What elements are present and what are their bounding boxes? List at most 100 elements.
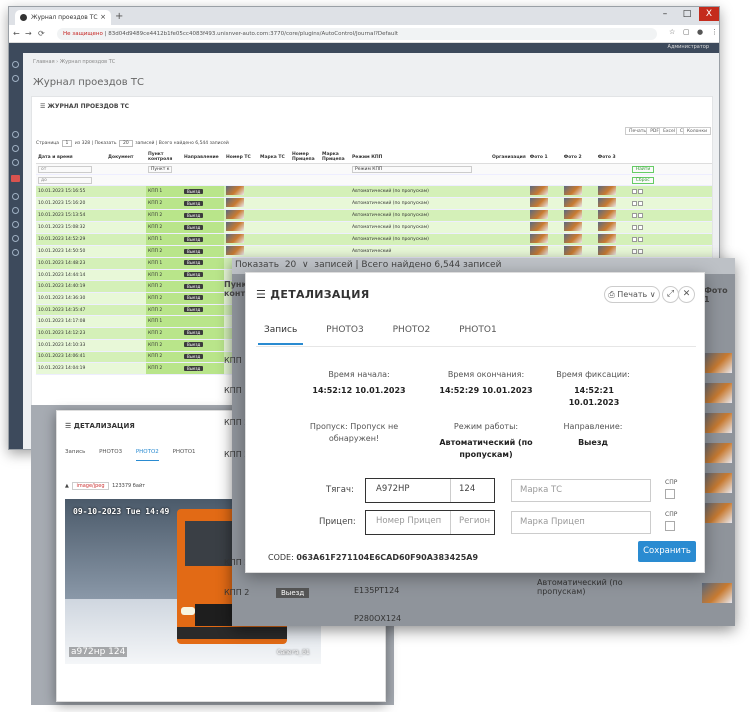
sidebar-item-icon[interactable] bbox=[12, 75, 19, 82]
minimize-button[interactable]: – bbox=[655, 7, 675, 21]
page-input[interactable]: 1 bbox=[61, 140, 73, 147]
delete-icon[interactable] bbox=[637, 224, 643, 230]
row-photo[interactable] bbox=[529, 186, 548, 195]
sidebar-home-icon[interactable] bbox=[12, 61, 19, 68]
table-row[interactable]: 10.01.2023 15:13:54 КПП 2 Выезд Автоматичес… bbox=[36, 209, 712, 222]
close-window-button[interactable]: X bbox=[699, 7, 719, 21]
tab-photo3[interactable]: PHOTO3 bbox=[99, 449, 122, 460]
menu-icon[interactable]: ⋮ bbox=[711, 28, 718, 36]
print-button[interactable]: ⎙ Печать ∨ bbox=[604, 286, 660, 303]
tab-record[interactable]: Запись bbox=[258, 325, 304, 345]
delete-icon[interactable] bbox=[637, 236, 643, 242]
browser-tab[interactable]: Журнал проездов ТС × bbox=[15, 10, 111, 25]
row-photo[interactable] bbox=[597, 222, 616, 231]
row-photo[interactable] bbox=[226, 222, 244, 231]
row-photo[interactable] bbox=[563, 210, 582, 219]
row-photo[interactable] bbox=[529, 246, 548, 255]
table-row[interactable]: 10.01.2023 14:52:29 КПП 1 Выезд Автоматичес… bbox=[36, 233, 712, 246]
breadcrumb[interactable]: Главная › Журнал проездов ТС bbox=[33, 59, 115, 65]
clear-button[interactable]: Сброс bbox=[631, 176, 654, 184]
close-icon[interactable]: ✕ bbox=[678, 286, 695, 303]
row-photo[interactable] bbox=[597, 246, 616, 255]
delete-icon[interactable] bbox=[637, 200, 643, 206]
row-photo[interactable] bbox=[563, 222, 582, 231]
sidebar-item-icon[interactable] bbox=[12, 145, 19, 152]
row-photo[interactable] bbox=[226, 246, 244, 255]
row-photo[interactable] bbox=[226, 234, 244, 243]
back-icon[interactable]: ← bbox=[13, 29, 20, 38]
columns-button[interactable]: Колонки bbox=[682, 127, 711, 135]
row-photo[interactable] bbox=[529, 234, 548, 243]
delete-icon[interactable] bbox=[637, 212, 643, 218]
sidebar-item-icon[interactable] bbox=[12, 193, 19, 200]
table-row[interactable]: 10.01.2023 15:16:55 КПП 1 Выезд Автоматичес… bbox=[36, 185, 712, 198]
sidebar-item-icon[interactable] bbox=[12, 159, 19, 166]
tractor-region-input[interactable]: 124 bbox=[450, 479, 494, 502]
edit-icon[interactable] bbox=[631, 236, 637, 242]
extensions-icon[interactable]: ▢ bbox=[683, 28, 690, 36]
forward-icon[interactable]: → bbox=[25, 29, 32, 38]
trailer-region-input[interactable]: Регион bbox=[450, 511, 494, 534]
column-header[interactable]: Фото 3 bbox=[595, 151, 630, 164]
tab-photo1[interactable]: PHOTO1 bbox=[173, 449, 196, 460]
sidebar-item-icon[interactable] bbox=[12, 249, 19, 256]
row-photo[interactable] bbox=[563, 186, 582, 195]
row-photo[interactable] bbox=[563, 198, 582, 207]
find-button[interactable]: Найти bbox=[631, 165, 655, 173]
table-row[interactable]: 10.01.2023 14:50:50 КПП 2 Выезд Автоматичес… bbox=[36, 245, 712, 258]
delete-icon[interactable] bbox=[637, 248, 643, 254]
edit-icon[interactable] bbox=[631, 248, 637, 254]
row-photo[interactable] bbox=[529, 222, 548, 231]
trailer-brand-input[interactable]: Марка Прицеп bbox=[511, 511, 651, 534]
sidebar-item-journal-icon[interactable] bbox=[11, 175, 20, 182]
user-menu[interactable]: Администратор bbox=[668, 44, 709, 50]
edit-icon[interactable] bbox=[631, 224, 637, 230]
row-photo[interactable] bbox=[597, 186, 616, 195]
page-size-select[interactable]: 20 bbox=[119, 140, 133, 147]
reload-icon[interactable]: ⟳ bbox=[38, 29, 45, 38]
trailer-spr-checkbox[interactable] bbox=[665, 521, 675, 531]
row-photo[interactable] bbox=[597, 210, 616, 219]
column-header[interactable]: Марка Прицепа bbox=[320, 151, 350, 164]
column-header[interactable]: Фото 2 bbox=[561, 151, 596, 164]
tab-photo2[interactable]: PHOTO2 bbox=[387, 325, 437, 343]
row-photo[interactable] bbox=[226, 186, 244, 195]
address-bar[interactable]: Не защищено | 83d04d9489ce4412b1fe05cc40… bbox=[57, 28, 657, 40]
row-photo[interactable] bbox=[529, 198, 548, 207]
row-photo[interactable] bbox=[529, 210, 548, 219]
maximize-button[interactable]: □ bbox=[677, 7, 697, 21]
row-photo[interactable] bbox=[563, 234, 582, 243]
column-header[interactable]: Дата и время bbox=[36, 151, 106, 164]
sidebar-item-icon[interactable] bbox=[12, 221, 19, 228]
new-tab-button[interactable]: + bbox=[115, 11, 123, 22]
tab-close-icon[interactable]: × bbox=[100, 13, 106, 21]
date-to-input[interactable]: до bbox=[38, 176, 92, 184]
sidebar-item-icon[interactable] bbox=[12, 235, 19, 242]
table-row[interactable]: 10.01.2023 15:16:20 КПП 2 Выезд Автоматичес… bbox=[36, 197, 712, 210]
edit-icon[interactable] bbox=[631, 212, 637, 218]
column-header[interactable]: Организация bbox=[490, 151, 528, 164]
tractor-number-input[interactable]: А972НР bbox=[368, 479, 448, 502]
tab-photo1[interactable]: PHOTO1 bbox=[453, 325, 503, 343]
tab-record[interactable]: Запись bbox=[65, 449, 85, 460]
column-header[interactable]: Режим КПП bbox=[350, 151, 490, 164]
column-header[interactable]: Номер ТС bbox=[224, 151, 258, 164]
trailer-number-input[interactable]: Номер Прицеп bbox=[368, 511, 448, 534]
row-photo[interactable] bbox=[597, 198, 616, 207]
column-header[interactable]: Документ bbox=[106, 151, 146, 164]
sidebar-item-icon[interactable] bbox=[12, 131, 19, 138]
column-header[interactable]: Марка ТС bbox=[258, 151, 290, 164]
tractor-brand-input[interactable]: Марка ТС bbox=[511, 479, 651, 502]
column-header[interactable]: Направление bbox=[182, 151, 224, 164]
delete-icon[interactable] bbox=[637, 188, 643, 194]
date-from-input[interactable]: от bbox=[38, 165, 92, 173]
row-photo[interactable] bbox=[563, 246, 582, 255]
row-photo[interactable] bbox=[226, 210, 244, 219]
edit-icon[interactable] bbox=[631, 200, 637, 206]
profile-icon[interactable]: ● bbox=[697, 28, 703, 36]
table-row[interactable]: 10.01.2023 15:08:32 КПП 2 Выезд Автоматичес… bbox=[36, 221, 712, 234]
mode-filter-select[interactable]: Режим КПП bbox=[352, 165, 472, 173]
tab-photo3[interactable]: PHOTO3 bbox=[320, 325, 370, 343]
star-icon[interactable]: ☆ bbox=[669, 28, 675, 36]
tractor-spr-checkbox[interactable] bbox=[665, 489, 675, 499]
